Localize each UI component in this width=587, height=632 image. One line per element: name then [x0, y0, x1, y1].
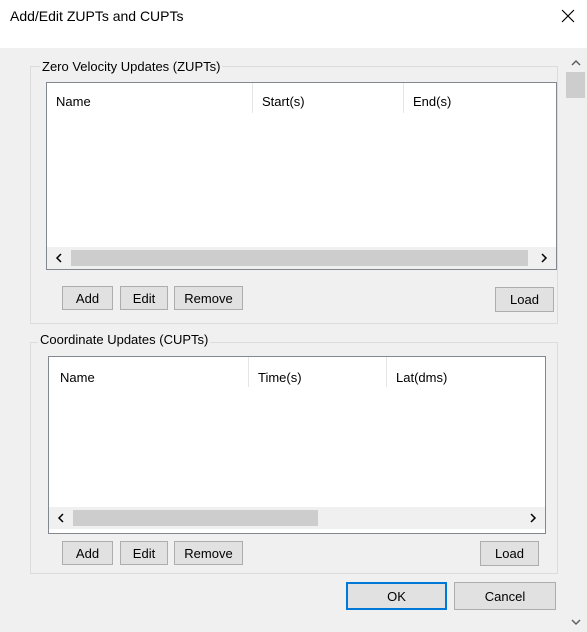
zupts-col-end[interactable]: End(s)	[413, 94, 451, 109]
zupts-scroll-right-button[interactable]	[533, 247, 555, 269]
scroll-up-button[interactable]	[564, 52, 587, 70]
zupts-col-start[interactable]: Start(s)	[262, 94, 305, 109]
zupts-edit-button[interactable]: Edit	[120, 286, 168, 310]
cupts-edit-button[interactable]: Edit	[120, 541, 168, 565]
zupts-load-button[interactable]: Load	[495, 287, 554, 312]
zupts-col-divider[interactable]	[252, 83, 253, 113]
zupts-group-label: Zero Velocity Updates (ZUPTs)	[40, 59, 223, 74]
chevron-up-icon	[570, 53, 581, 69]
cancel-button[interactable]: Cancel	[454, 582, 556, 610]
cupts-col-divider[interactable]	[248, 357, 249, 387]
chevron-down-icon	[570, 613, 581, 629]
zupts-remove-button[interactable]: Remove	[174, 286, 243, 310]
cupts-col-lat[interactable]: Lat(dms)	[396, 370, 447, 385]
zupts-col-divider[interactable]	[403, 83, 404, 113]
window-title: Add/Edit ZUPTs and CUPTs	[10, 8, 184, 24]
vertical-scrollbar[interactable]	[564, 48, 587, 632]
cupts-scroll-right-button[interactable]	[522, 507, 544, 529]
ok-button[interactable]: OK	[346, 582, 447, 610]
cupts-add-button[interactable]: Add	[62, 541, 113, 565]
cupts-horizontal-scroll-thumb[interactable]	[73, 510, 318, 526]
zupts-scroll-left-button[interactable]	[47, 247, 69, 269]
zupts-horizontal-scroll-thumb[interactable]	[71, 250, 528, 266]
zupts-add-button[interactable]: Add	[62, 286, 113, 310]
close-button[interactable]	[550, 2, 586, 30]
close-icon	[561, 9, 575, 23]
cupts-col-divider[interactable]	[386, 357, 387, 387]
zupts-col-name[interactable]: Name	[56, 94, 91, 109]
chevron-right-icon	[529, 510, 537, 526]
cupts-scroll-left-button[interactable]	[49, 507, 71, 529]
cupts-col-name[interactable]: Name	[60, 370, 95, 385]
zupts-list[interactable]	[46, 82, 557, 270]
chevron-left-icon	[57, 510, 64, 526]
cupts-remove-button[interactable]: Remove	[174, 541, 243, 565]
scroll-down-button[interactable]	[564, 612, 587, 630]
cupts-col-time[interactable]: Time(s)	[258, 370, 302, 385]
chevron-left-icon	[55, 250, 62, 266]
cupts-load-button[interactable]: Load	[480, 541, 539, 566]
vertical-scroll-thumb[interactable]	[566, 72, 585, 98]
chevron-right-icon	[540, 250, 548, 266]
cupts-group-label: Coordinate Updates (CUPTs)	[38, 332, 211, 347]
